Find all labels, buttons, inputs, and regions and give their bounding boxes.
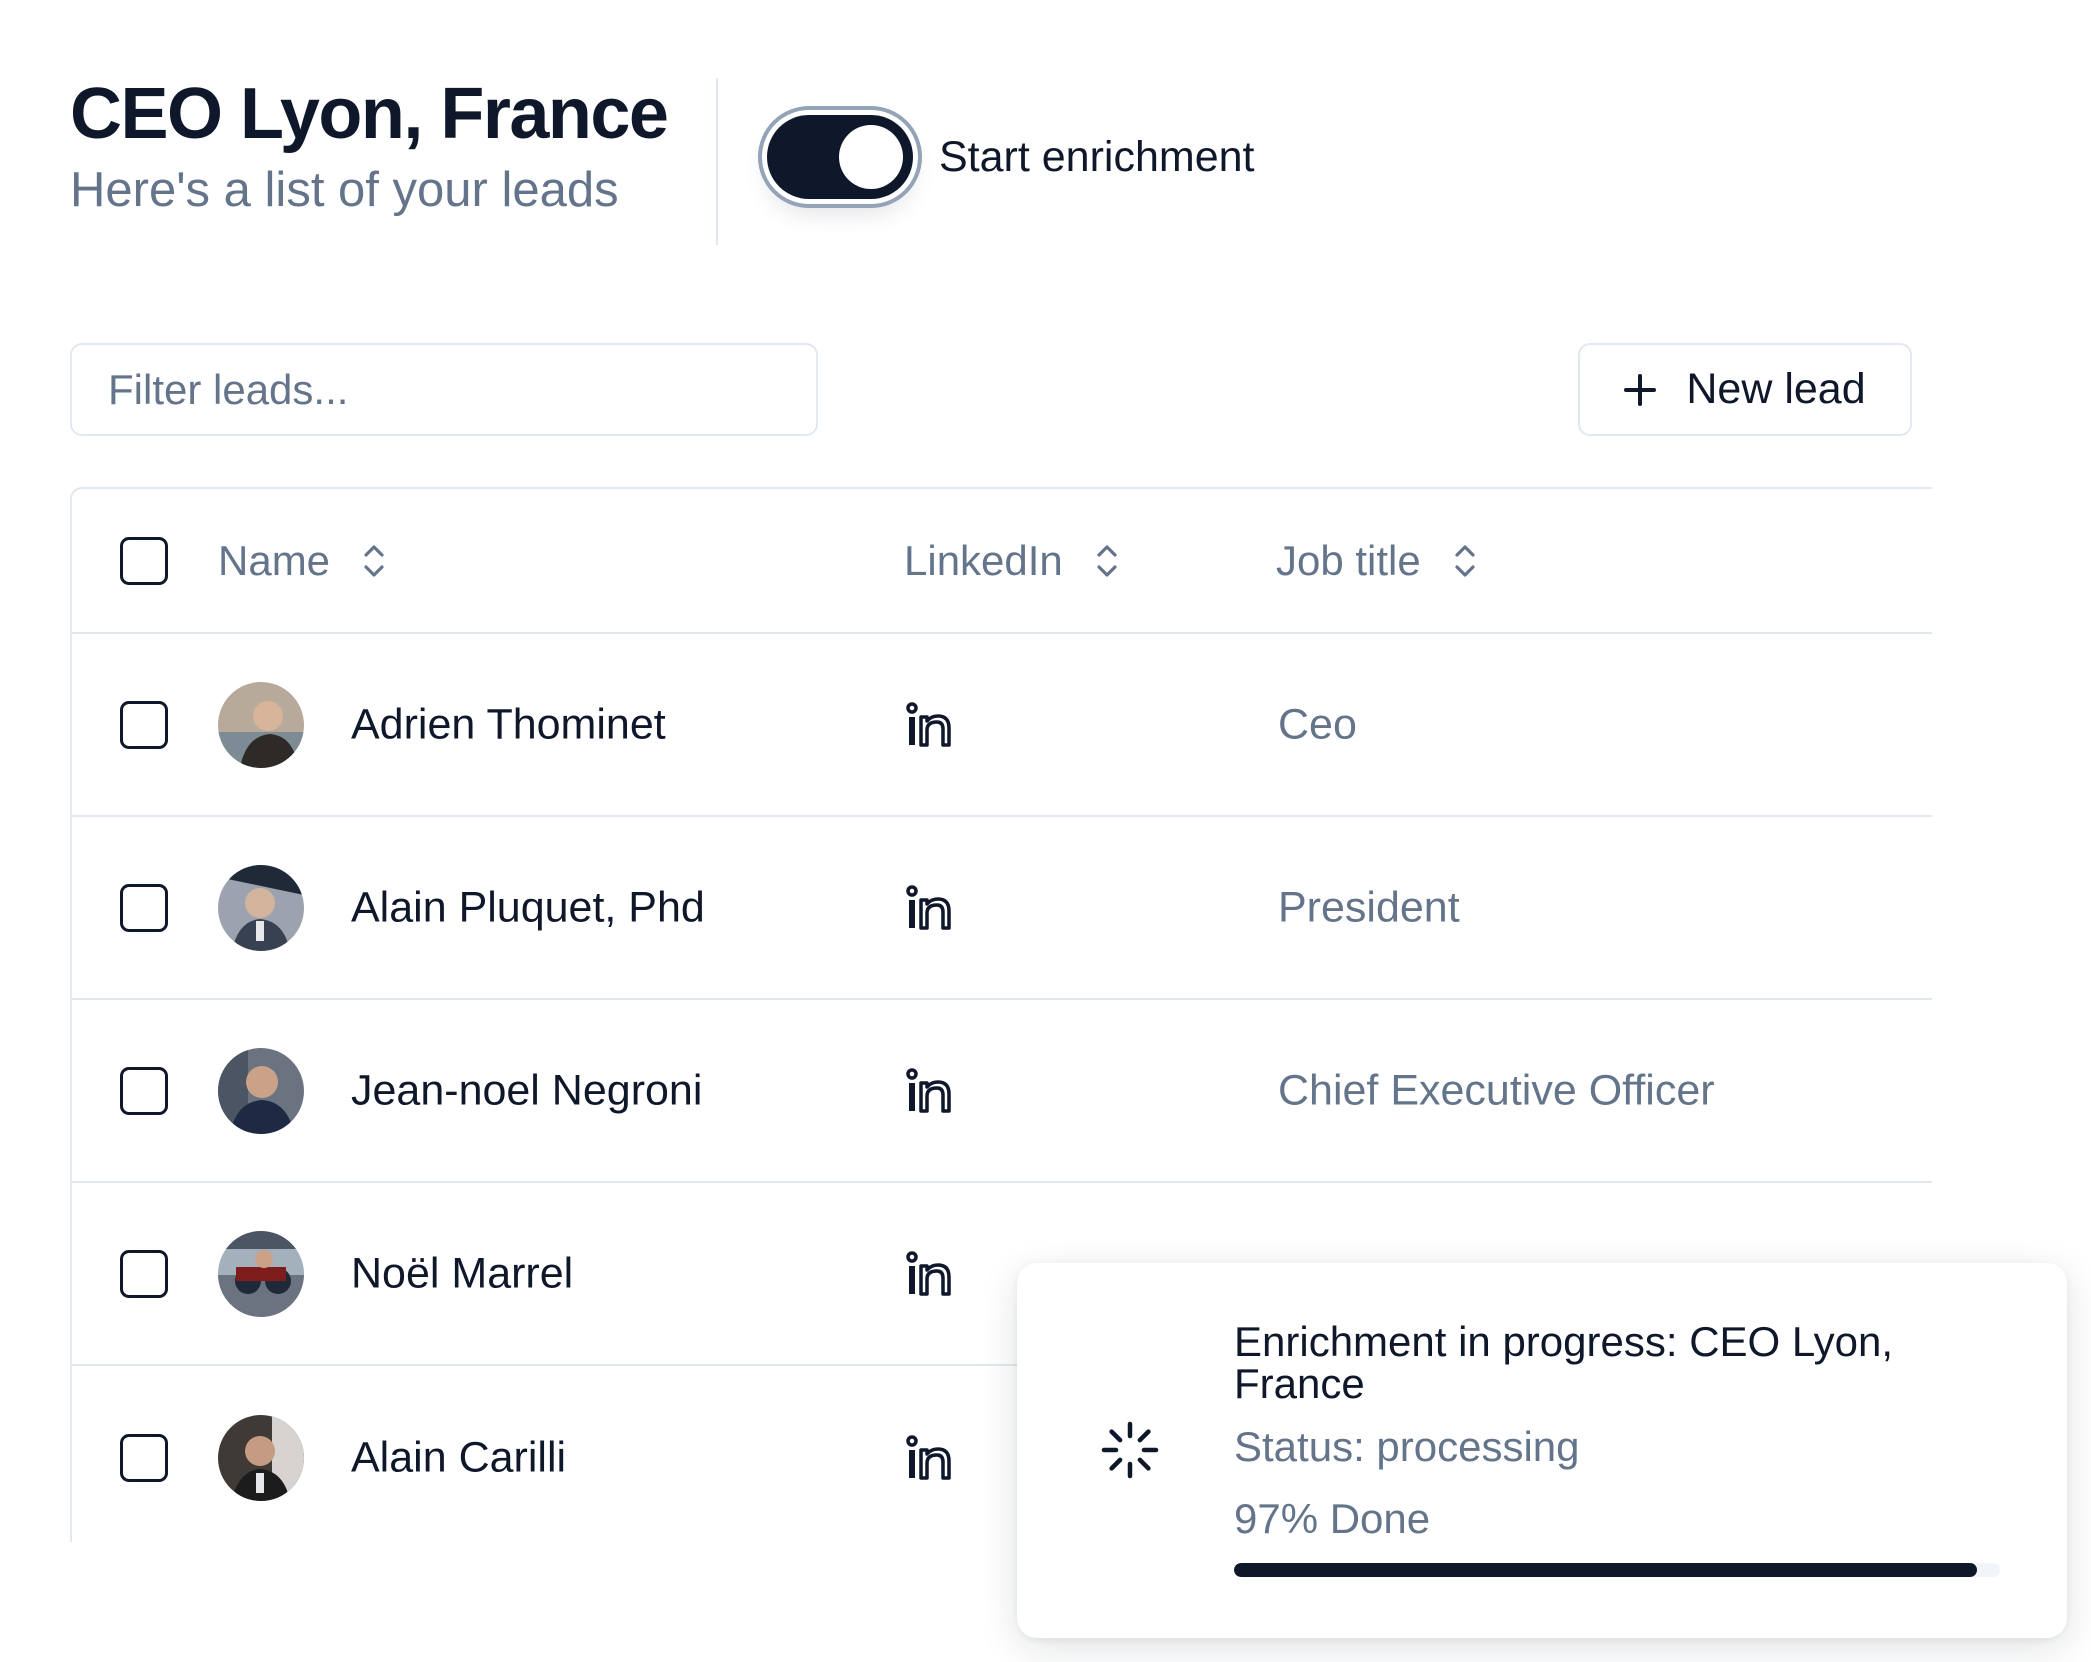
toggle-knob [839,125,903,189]
column-header-name[interactable]: Name [218,537,388,585]
column-header-label: Job title [1276,536,1421,584]
column-header-job-title[interactable]: Job title [1276,537,1479,585]
table-header-row: Name LinkedIn Job title [72,489,1932,634]
title-block: CEO Lyon, France Here's a list of your l… [70,74,669,217]
job-title: Ceo [1278,700,1357,748]
page-header: CEO Lyon, France Here's a list of your l… [70,74,669,217]
filter-leads-input[interactable] [70,343,818,436]
table-row[interactable]: Jean-noel Negroni Chief Executive Office… [72,1000,1932,1183]
row-checkbox[interactable] [120,700,168,749]
avatar [218,1230,304,1317]
new-lead-button[interactable]: New lead [1578,343,1912,436]
table-row[interactable]: Adrien Thominet Ceo [72,634,1932,817]
enrichment-toast: Enrichment in progress: CEO Lyon, France… [1017,1263,2067,1638]
progress-bar [1234,1563,2000,1577]
chevrons-up-down-icon [364,544,384,577]
linkedin-icon[interactable] [904,1250,952,1298]
chevrons-up-down-icon [1097,544,1117,577]
lead-name: Alain Carilli [351,1433,567,1481]
linkedin-icon[interactable] [904,1067,952,1115]
avatar [218,1047,304,1134]
row-checkbox[interactable] [120,1066,168,1115]
lead-name: Alain Pluquet, Phd [351,883,705,931]
column-header-label: Name [218,536,331,584]
header-divider [716,78,718,245]
column-header-label: LinkedIn [904,536,1063,584]
loader-icon [1101,1421,1159,1479]
select-all-checkbox[interactable] [120,536,168,585]
linkedin-icon[interactable] [904,1434,952,1482]
toast-status: Status: processing [1234,1423,1580,1470]
column-header-linkedin[interactable]: LinkedIn [904,537,1121,585]
enrichment-toggle[interactable] [767,115,913,199]
row-checkbox[interactable] [120,1249,168,1298]
toast-progress-text: 97% Done [1234,1495,1431,1542]
chevrons-up-down-icon [1455,544,1475,577]
enrichment-toggle-label[interactable]: Start enrichment [939,133,1254,182]
avatar [218,681,304,768]
new-lead-label: New lead [1686,365,1866,413]
enrichment-toggle-group: Start enrichment [767,115,1254,199]
row-checkbox[interactable] [120,883,168,932]
leads-page: CEO Lyon, France Here's a list of your l… [0,0,2091,1662]
progress-bar-fill [1234,1563,1978,1577]
row-checkbox[interactable] [120,1433,168,1482]
avatar [218,1414,304,1501]
lead-name: Jean-noel Negroni [351,1066,703,1114]
table-row[interactable]: Alain Pluquet, Phd President [72,817,1932,1000]
toast-title: Enrichment in progress: CEO Lyon, France [1234,1318,1894,1407]
plus-icon [1624,373,1657,406]
linkedin-icon[interactable] [904,884,952,932]
page-title: CEO Lyon, France [70,74,669,154]
linkedin-icon[interactable] [904,701,952,749]
lead-name: Adrien Thominet [351,700,666,748]
job-title: President [1278,883,1460,931]
job-title: Chief Executive Officer [1278,1066,1715,1114]
avatar [218,864,304,951]
lead-name: Noël Marrel [351,1249,574,1297]
page-subtitle: Here's a list of your leads [70,163,619,217]
